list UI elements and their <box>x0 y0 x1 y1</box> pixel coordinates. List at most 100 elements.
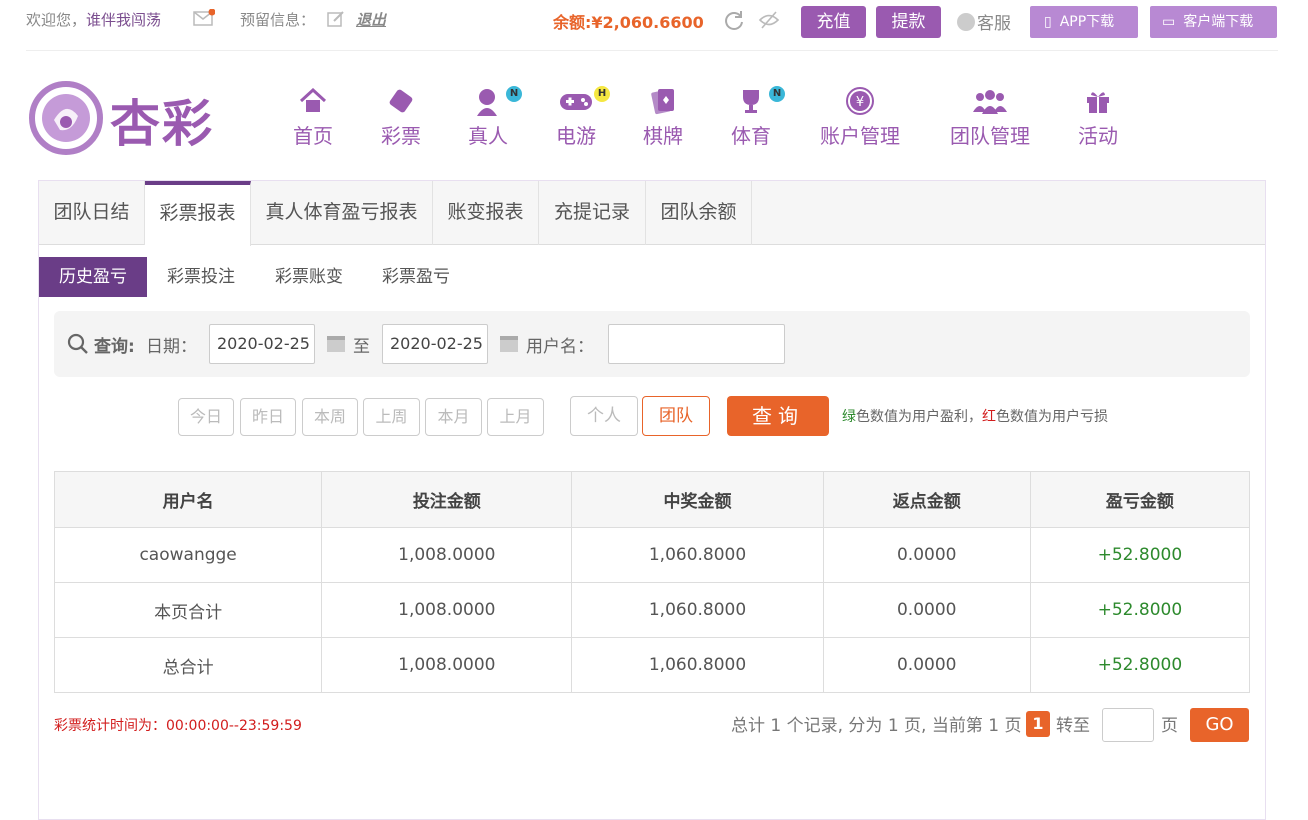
tab-live-sports-report[interactable]: 真人体育盈亏报表 <box>251 181 433 245</box>
col-profit-loss: 盈亏金额 <box>1029 471 1251 528</box>
cell-profit-loss: +52.8000 <box>1029 582 1251 638</box>
recharge-button[interactable]: 充值 <box>801 6 866 38</box>
new-badge: N <box>769 86 785 102</box>
nav-cards[interactable]: 棋牌 <box>641 86 685 149</box>
quick-this-week-button[interactable]: 本周 <box>302 398 358 436</box>
tab-team-balance[interactable]: 团队余额 <box>646 181 752 245</box>
home-icon <box>299 88 327 112</box>
nav-promotions[interactable]: 活动 <box>1076 86 1120 149</box>
cell-bet: 1,008.0000 <box>321 582 573 638</box>
reserved-info-label: 预留信息： <box>240 11 316 29</box>
query-form: 查询: 日期： 2020-02-25 至 2020-02-25 用户名： <box>54 311 1250 377</box>
cell-bet: 1,008.0000 <box>321 637 573 693</box>
pager-summary: 总计 1 个记录, 分为 1 页, 当前第 1 页 <box>731 716 1022 736</box>
end-date-input[interactable]: 2020-02-25 <box>382 324 488 364</box>
subtab-lottery-bets[interactable]: 彩票投注 <box>155 257 247 297</box>
nav-home[interactable]: 首页 <box>291 86 335 149</box>
table-header-row: 用户名 投注金额 中奖金额 返点金额 盈亏金额 <box>53 471 1251 528</box>
stats-time-note: 彩票统计时间为：00:00:00--23:59:59 <box>54 718 302 734</box>
cell-profit-loss: +52.8000 <box>1029 637 1251 693</box>
logout-link[interactable]: 退出 <box>356 9 386 30</box>
calendar-icon[interactable] <box>499 333 519 353</box>
trophy-icon <box>743 90 759 113</box>
nav-egames[interactable]: H 电游 <box>554 86 610 149</box>
site-logo[interactable]: 杏彩 <box>28 80 218 156</box>
headset-icon <box>957 13 975 31</box>
customer-service-button[interactable]: 客服 <box>957 9 1011 34</box>
table-row: 总合计 1,008.0000 1,060.8000 0.0000 +52.800… <box>53 637 1251 693</box>
hide-balance-icon[interactable] <box>757 9 781 33</box>
subtab-lottery-pl[interactable]: 彩票盈亏 <box>370 257 462 297</box>
yen-icon: ¥ <box>846 87 874 115</box>
nav-live[interactable]: N 真人 <box>466 86 522 149</box>
edit-icon[interactable] <box>327 10 345 28</box>
quick-yesterday-button[interactable]: 昨日 <box>240 398 296 436</box>
lottery-ticket-icon <box>389 89 413 113</box>
username-link[interactable]: 谁伴我闯荡 <box>86 11 161 29</box>
cell-rebate: 0.0000 <box>822 637 1031 693</box>
nav-lottery[interactable]: 彩票 <box>379 86 423 149</box>
balance-display: 余额:¥2,060.6600 <box>553 13 704 32</box>
search-icon <box>67 333 89 359</box>
date-label: 日期： <box>146 337 197 357</box>
refresh-icon[interactable] <box>722 9 746 33</box>
go-button[interactable]: GO <box>1190 708 1249 742</box>
report-tabs: 团队日结 彩票报表 真人体育盈亏报表 账变报表 充提记录 团队余额 <box>39 181 1265 246</box>
tab-lottery-report[interactable]: 彩票报表 <box>145 181 251 246</box>
logo-emblem <box>29 81 103 155</box>
cell-win: 1,060.8000 <box>571 637 824 693</box>
svg-text:¥: ¥ <box>856 95 864 110</box>
cell-rebate: 0.0000 <box>822 582 1031 638</box>
app-download-button[interactable]: ▯ APP下载 <box>1030 6 1138 38</box>
gamepad-icon <box>560 94 592 110</box>
nav-sports[interactable]: N 体育 <box>729 86 785 149</box>
col-win-amount: 中奖金额 <box>571 471 824 528</box>
username-label: 用户名： <box>526 337 594 357</box>
tab-team-daily[interactable]: 团队日结 <box>39 181 145 245</box>
cell-bet: 1,008.0000 <box>321 527 573 583</box>
withdraw-button[interactable]: 提款 <box>876 6 941 38</box>
col-username: 用户名 <box>53 471 323 528</box>
gift-icon <box>1087 92 1109 113</box>
calendar-icon[interactable] <box>326 333 346 353</box>
nav-team[interactable]: 团队管理 <box>946 86 1034 149</box>
monitor-icon: ▭ <box>1162 14 1176 30</box>
query-label: 查询: <box>94 337 135 357</box>
nav-account[interactable]: ¥ 账户管理 <box>816 86 904 149</box>
current-page-button[interactable]: 1 <box>1026 711 1050 737</box>
top-bar: 欢迎您，谁伴我闯荡 预留信息： 退出 余额:¥2,060.6600 充值 提款 … <box>0 0 1308 51</box>
page-label: 页 <box>1161 716 1178 736</box>
cell-win: 1,060.8000 <box>571 527 824 583</box>
tab-deposit-withdraw[interactable]: 充提记录 <box>539 181 646 245</box>
goto-page-input[interactable] <box>1102 708 1154 742</box>
quick-last-week-button[interactable]: 上周 <box>363 398 420 436</box>
cell-profit-loss: +52.8000 <box>1029 527 1251 583</box>
scope-team-button[interactable]: 团队 <box>642 396 710 436</box>
col-rebate-amount: 返点金额 <box>822 471 1031 528</box>
quick-this-month-button[interactable]: 本月 <box>425 398 482 436</box>
cell-username: 总合计 <box>53 637 323 693</box>
username-input[interactable] <box>608 324 785 364</box>
report-panel: 团队日结 彩票报表 真人体育盈亏报表 账变报表 充提记录 团队余额 历史盈亏 彩… <box>38 180 1266 820</box>
goto-label: 转至 <box>1056 716 1090 736</box>
subtab-lottery-changes[interactable]: 彩票账变 <box>263 257 355 297</box>
quick-last-month-button[interactable]: 上月 <box>487 398 544 436</box>
team-icon <box>973 90 1007 114</box>
mail-icon[interactable] <box>193 8 216 27</box>
report-table: 用户名 投注金额 中奖金额 返点金额 盈亏金额 caowangge 1,008.… <box>53 471 1251 693</box>
col-bet-amount: 投注金额 <box>321 471 573 528</box>
hot-badge: H <box>594 86 610 102</box>
tab-account-change[interactable]: 账变报表 <box>433 181 539 245</box>
cell-rebate: 0.0000 <box>822 527 1031 583</box>
scope-personal-button[interactable]: 个人 <box>570 396 638 436</box>
live-dealer-icon <box>477 89 497 116</box>
to-label: 至 <box>353 337 370 357</box>
quick-today-button[interactable]: 今日 <box>178 398 234 436</box>
logo-text: 杏彩 <box>110 94 214 153</box>
client-download-button[interactable]: ▭ 客户端下载 <box>1150 6 1277 38</box>
search-button[interactable]: 查询 <box>727 396 829 436</box>
subtab-history-pl[interactable]: 历史盈亏 <box>39 257 147 297</box>
cell-username: 本页合计 <box>53 582 323 638</box>
color-hint: 绿色数值为用户盈利，红色数值为用户亏损 <box>842 409 1108 425</box>
start-date-input[interactable]: 2020-02-25 <box>209 324 315 364</box>
